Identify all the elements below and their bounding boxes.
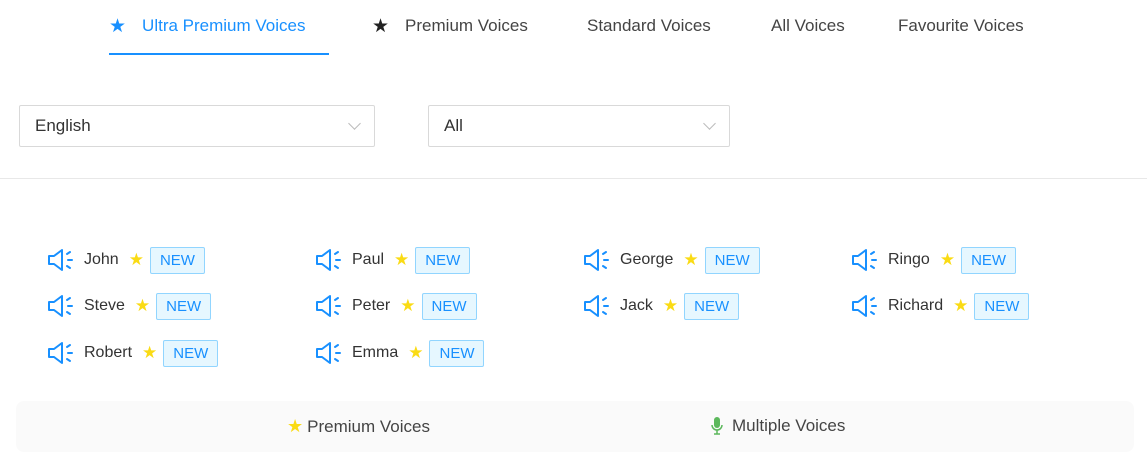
voice-name: John: [84, 251, 119, 268]
star-icon: ★: [134, 296, 151, 315]
new-badge: NEW: [415, 246, 471, 274]
tab-ultra-premium-voices[interactable]: ★ Ultra Premium Voices: [109, 14, 305, 38]
speaker-icon[interactable]: [47, 294, 74, 318]
voice-item[interactable]: Richard ★ NEW: [851, 292, 1030, 320]
star-icon: ★: [683, 250, 699, 269]
new-badge: NEW: [149, 246, 205, 274]
tab-favourite-voices[interactable]: Favourite Voices: [898, 14, 1024, 38]
chevron-down-icon: [348, 117, 361, 130]
star-icon: ★: [142, 343, 158, 362]
voice-name: Jack: [620, 297, 653, 314]
speaker-icon[interactable]: [47, 248, 74, 272]
new-badge: NEW: [421, 292, 477, 320]
speaker-icon[interactable]: [315, 341, 342, 365]
speaker-icon[interactable]: [47, 341, 74, 365]
new-badge: NEW: [156, 292, 212, 320]
voice-item[interactable]: Peter ★ NEW: [315, 292, 477, 320]
new-badge: NEW: [704, 246, 760, 274]
voice-name: Emma: [352, 344, 399, 361]
tab-all-voices[interactable]: All Voices: [771, 14, 845, 38]
speaker-icon[interactable]: [851, 248, 878, 272]
gender-select[interactable]: All: [428, 105, 730, 147]
divider: [0, 178, 1147, 179]
star-icon: ★: [128, 250, 144, 269]
star-icon: ★: [400, 296, 416, 315]
voice-item[interactable]: Ringo ★ NEW: [851, 246, 1017, 274]
voice-name: George: [620, 251, 674, 268]
chevron-down-icon: [703, 117, 716, 130]
active-tab-indicator: [109, 53, 329, 55]
star-icon: ★: [939, 250, 956, 269]
star-icon: ★: [287, 416, 304, 436]
speaker-icon[interactable]: [315, 248, 342, 272]
star-icon: ★: [109, 15, 127, 37]
legend-bar: ★ Premium Voices Multiple Voices: [16, 401, 1134, 452]
voice-item[interactable]: John ★ NEW: [47, 246, 205, 274]
speaker-icon[interactable]: [583, 248, 610, 272]
speaker-icon[interactable]: [851, 294, 878, 318]
star-icon: ★: [408, 343, 424, 362]
voice-name: Robert: [84, 344, 133, 361]
microphone-icon: [711, 417, 723, 435]
new-badge: NEW: [684, 292, 740, 320]
tab-standard-voices[interactable]: Standard Voices: [587, 14, 711, 38]
new-badge: NEW: [429, 339, 485, 367]
new-badge: NEW: [163, 339, 219, 367]
language-select[interactable]: English: [19, 105, 375, 147]
speaker-icon[interactable]: [583, 294, 610, 318]
speaker-icon[interactable]: [315, 294, 342, 318]
star-icon: ★: [662, 296, 679, 315]
new-badge: NEW: [974, 292, 1030, 320]
voice-name: Richard: [888, 297, 944, 314]
voice-name: Ringo: [888, 251, 930, 268]
voice-name: Paul: [352, 251, 385, 268]
voice-name: Peter: [352, 297, 391, 314]
voice-item[interactable]: George ★ NEW: [583, 246, 760, 274]
voice-item[interactable]: Emma ★ NEW: [315, 339, 485, 367]
tab-premium-voices[interactable]: ★ Premium Voices: [372, 14, 528, 38]
voice-name: Steve: [84, 297, 125, 314]
star-icon: ★: [394, 250, 410, 269]
star-icon: ★: [953, 296, 969, 315]
voice-item[interactable]: Jack ★ NEW: [583, 292, 740, 320]
new-badge: NEW: [961, 246, 1017, 274]
voice-item[interactable]: Robert ★ NEW: [47, 339, 219, 367]
voice-item[interactable]: Paul ★ NEW: [315, 246, 471, 274]
star-icon: ★: [372, 15, 390, 37]
voice-item[interactable]: Steve ★ NEW: [47, 292, 212, 320]
